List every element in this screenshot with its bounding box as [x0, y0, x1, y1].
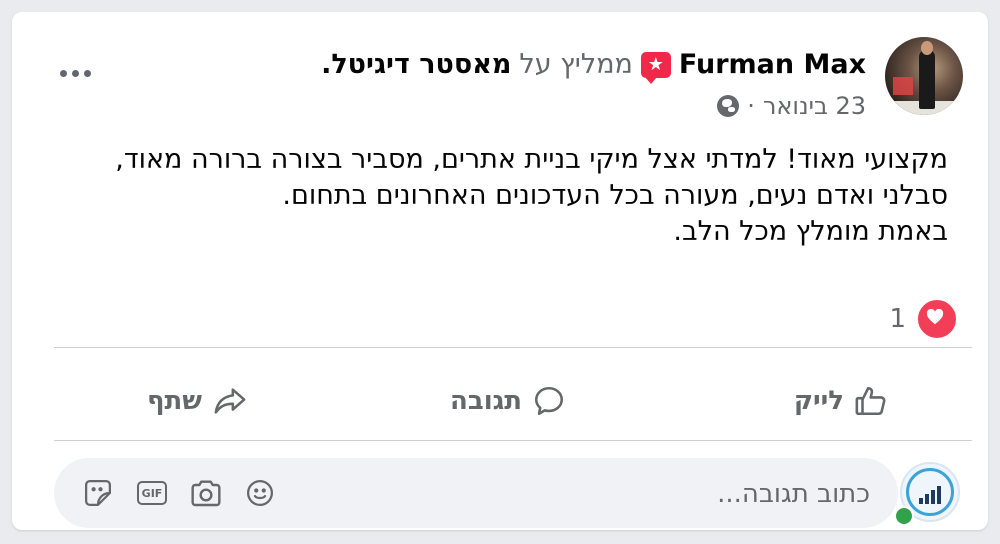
post-body-line: באמת מומלץ מכל הלב.	[673, 216, 948, 247]
comment-label: תגובה	[449, 386, 522, 416]
share-label: שתף	[146, 386, 202, 416]
more-options-icon[interactable]	[60, 70, 91, 77]
post-body-line: מקצועי מאוד! למדתי אצל מיקי בניית אתרים,…	[115, 144, 948, 175]
recommend-star-icon: ★	[640, 52, 671, 84]
divider	[54, 347, 972, 348]
globe-icon	[717, 95, 740, 117]
online-status-dot	[894, 506, 914, 526]
page-name-link[interactable]: מאסטר דיגיטל.	[321, 48, 511, 82]
thumbs-up-icon	[855, 386, 886, 416]
speech-bubble-icon	[534, 386, 564, 416]
post-body-line: סבלני ואדם נעים, מעורה בכל העדכונים האחר…	[282, 180, 948, 211]
heart-reaction-icon	[916, 298, 958, 340]
divider	[54, 440, 972, 441]
emoji-icon[interactable]	[244, 477, 276, 509]
share-button[interactable]: שתף	[147, 376, 248, 426]
like-button[interactable]: לייק	[794, 376, 888, 426]
post-card: Furman Max ★ ממליץ על מאסטר דיגיטל. 23 ב…	[12, 12, 988, 530]
post-header: Furman Max ★ ממליץ על מאסטר דיגיטל.	[321, 48, 866, 84]
gif-icon[interactable]: GIF	[136, 477, 168, 509]
reactions-summary[interactable]: 1	[889, 298, 958, 340]
share-arrow-icon	[214, 388, 246, 414]
comment-composer: GIF	[54, 458, 898, 530]
recommends-label: ממליץ על	[519, 49, 633, 80]
gif-label: GIF	[137, 481, 167, 505]
sticker-icon[interactable]	[82, 477, 114, 509]
comment-input[interactable]	[448, 458, 872, 530]
post-body: מקצועי מאוד! למדתי אצל מיקי בניית אתרים,…	[18, 142, 948, 250]
camera-icon[interactable]	[190, 477, 222, 509]
comment-button[interactable]: תגובה	[450, 376, 566, 426]
reaction-count: 1	[889, 304, 906, 334]
like-label: לייק	[793, 386, 844, 416]
author-avatar[interactable]	[885, 37, 963, 115]
post-date[interactable]: 23 בינואר	[763, 92, 866, 120]
author-name[interactable]: Furman Max	[679, 48, 866, 82]
post-meta: 23 בינואר ·	[717, 92, 866, 120]
meta-separator: ·	[747, 92, 755, 120]
